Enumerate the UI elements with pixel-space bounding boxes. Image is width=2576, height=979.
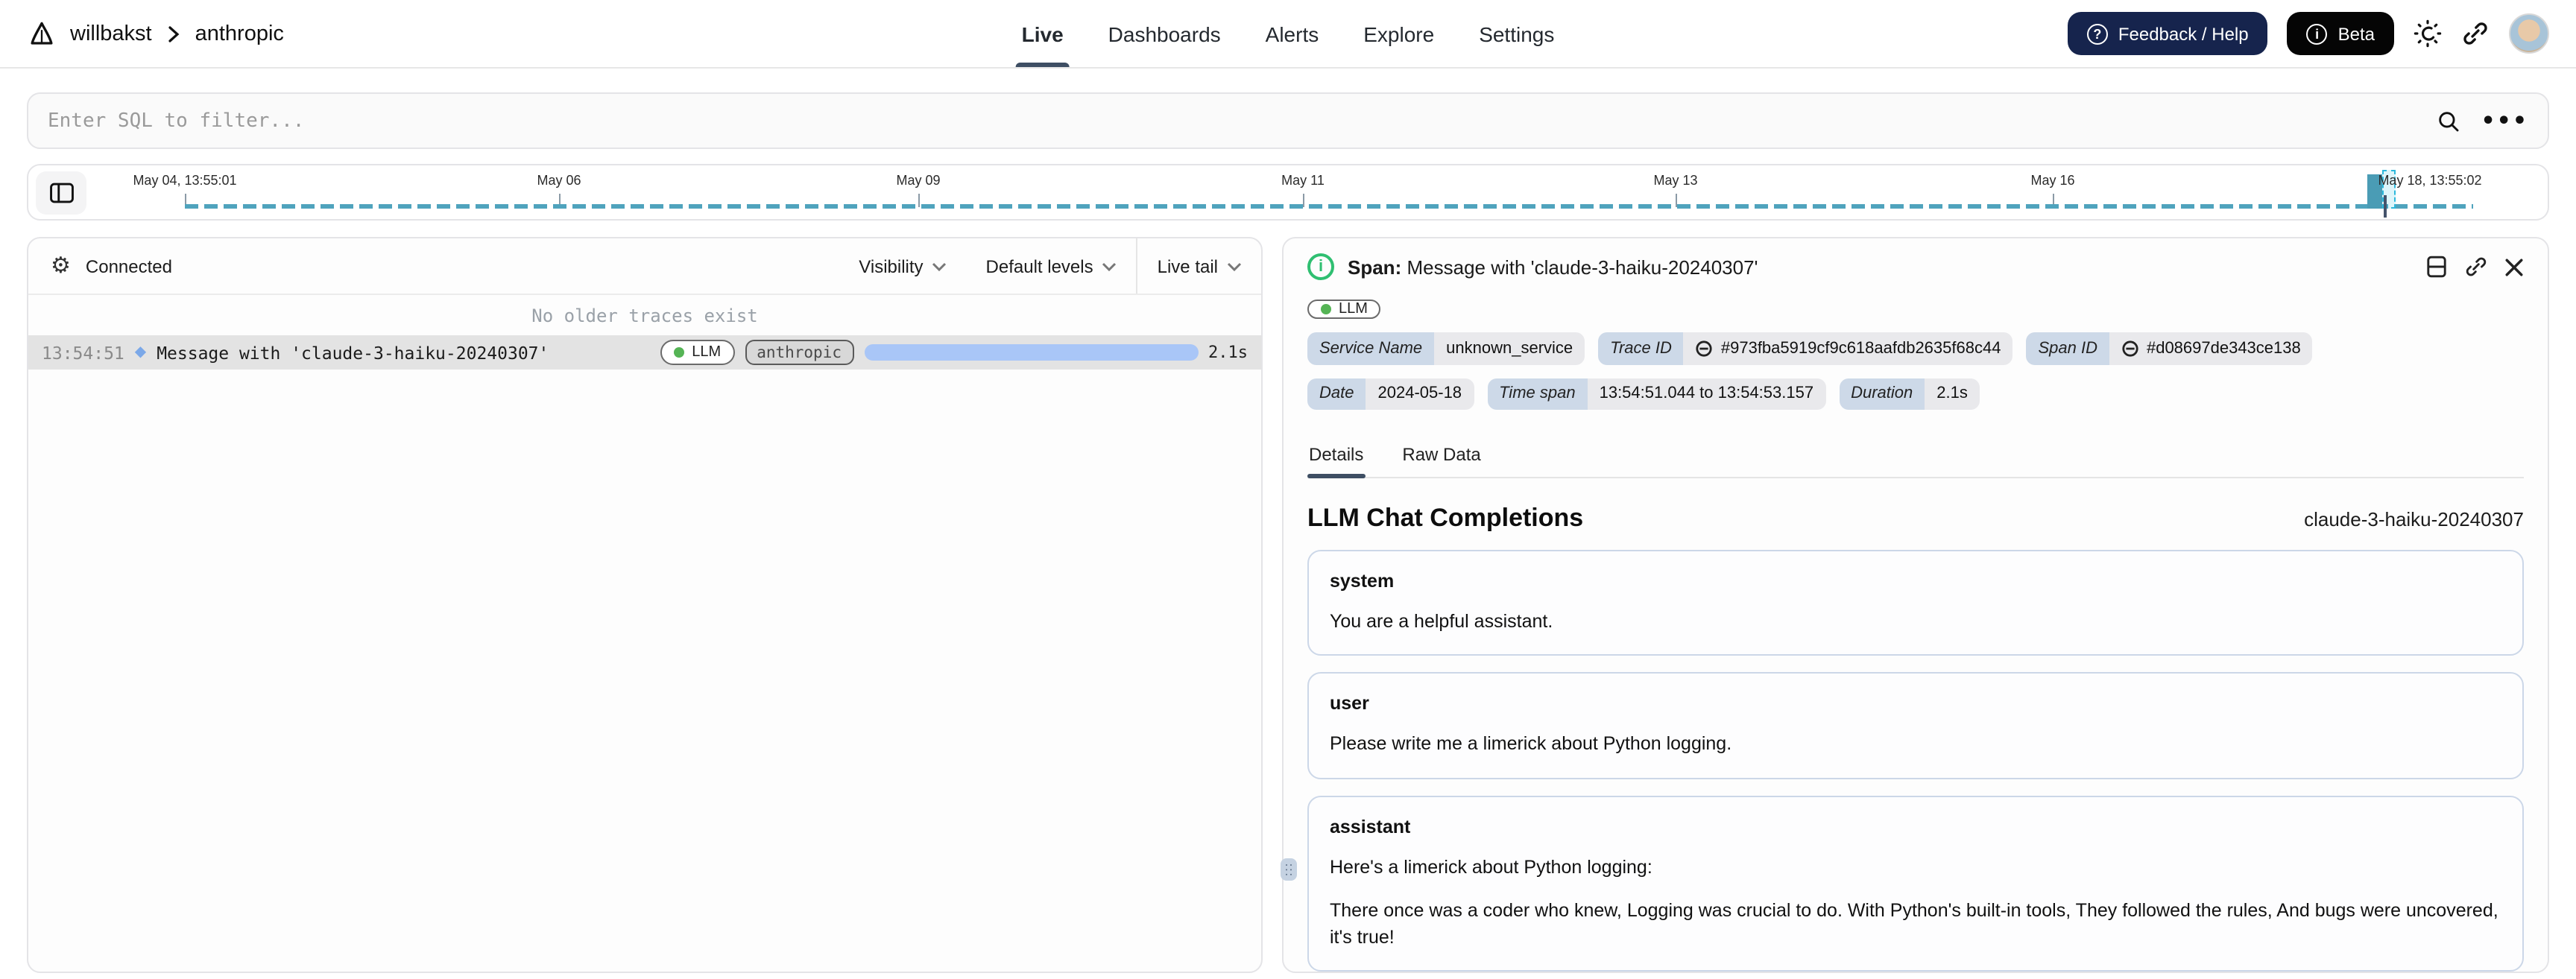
chevron-down-icon [1102, 262, 1117, 270]
time-span-chip: Time span 13:54:51.044 to 13:54:53.157 [1487, 378, 1826, 410]
message-card-assistant: assistant Here's a limerick about Python… [1307, 795, 2524, 972]
drag-dots-icon [1285, 864, 1288, 866]
share-link-icon[interactable] [2461, 19, 2490, 48]
tab-raw-data[interactable]: Raw Data [1401, 431, 1482, 477]
header-actions: ? Feedback / Help i Beta [2067, 12, 2549, 55]
span-diamond-icon: ◆ [134, 344, 147, 361]
message-card-user: user Please write me a limerick about Py… [1307, 672, 2524, 779]
link-icon[interactable] [1696, 340, 1714, 358]
trace-row[interactable]: 13:54:51 ◆ Message with 'claude-3-haiku-… [28, 335, 1261, 370]
tab-details[interactable]: Details [1307, 431, 1365, 478]
app-root: willbakst anthropic Live Dashboards Aler… [0, 0, 2576, 979]
chevron-down-icon [932, 262, 947, 270]
visibility-dropdown[interactable]: Visibility [839, 238, 966, 294]
timeline-tick-label: May 18, 13:55:02 [2378, 173, 2482, 188]
tab-alerts[interactable]: Alerts [1243, 0, 1342, 67]
breadcrumb-chevron-icon [167, 25, 180, 42]
section-title: LLM Chat Completions [1307, 504, 1584, 532]
info-circle-icon: i [2306, 23, 2328, 44]
message-content: You are a helpful assistant. [1330, 611, 1553, 633]
span-detail-panel: i Span: Message with 'claude-3-haiku-202… [1282, 237, 2549, 973]
timeline-now-cursor [2384, 195, 2386, 218]
gear-icon[interactable]: ⚙ [51, 254, 71, 277]
top-navbar: willbakst anthropic Live Dashboards Aler… [0, 0, 2576, 69]
feedback-help-button[interactable]: ? Feedback / Help [2067, 12, 2268, 55]
duration-chip: Duration 2.1s [1839, 378, 1980, 410]
trace-timestamp: 13:54:51 [42, 342, 124, 363]
beta-button[interactable]: i Beta [2287, 12, 2394, 55]
span-tabs: Details Raw Data [1307, 431, 2524, 478]
user-avatar[interactable] [2509, 13, 2549, 54]
green-dot-icon [674, 347, 685, 358]
span-header-actions [2425, 255, 2524, 279]
model-name: claude-3-haiku-20240307 [2304, 508, 2524, 530]
duration-bar [864, 344, 1198, 361]
span-meta-row-ids: Service Name unknown_service Trace ID #9… [1307, 332, 2524, 365]
breadcrumb-org[interactable]: willbakst [70, 22, 152, 45]
green-dot-icon [1321, 304, 1331, 314]
question-circle-icon: ? [2086, 23, 2108, 44]
main-nav: Live Dashboards Alerts Explore Settings [1000, 0, 1577, 67]
timeline-tick-label: May 06 [537, 173, 581, 188]
message-content: Here's a limerick about Python logging: [1330, 856, 1652, 878]
no-older-traces-message: No older traces exist [531, 305, 758, 326]
duration-label: 2.1s [1208, 343, 1248, 362]
sql-filter-input[interactable] [48, 110, 2417, 132]
message-role: system [1330, 571, 1395, 592]
breadcrumb-project[interactable]: anthropic [195, 22, 284, 45]
timeline-tick-label: May 13 [1653, 173, 1698, 188]
default-levels-dropdown[interactable]: Default levels [967, 238, 1137, 294]
timeline-tick-label: May 09 [896, 173, 941, 188]
span-title: Span: Message with 'claude-3-haiku-20240… [1348, 256, 1758, 278]
trace-title: Message with 'claude-3-haiku-20240307' [157, 342, 549, 363]
timeline-histogram[interactable]: May 04, 13:55:01 May 06 May 09 May 11 Ma… [27, 164, 2549, 221]
timeline-dashed-track [185, 203, 2473, 209]
tab-explore[interactable]: Explore [1341, 0, 1456, 67]
chevron-down-icon [1227, 262, 1242, 270]
tab-live[interactable]: Live [1000, 0, 1086, 67]
close-icon[interactable] [2504, 257, 2524, 276]
sidebar-toggle-button[interactable] [36, 171, 86, 215]
sql-filter-bar: ••• [27, 92, 2549, 149]
panel-resize-handle[interactable] [1281, 858, 1297, 881]
timeline-tick-label: May 04, 13:55:01 [133, 173, 237, 188]
llm-badge: LLM [1307, 300, 1381, 319]
tab-dashboards[interactable]: Dashboards [1086, 0, 1243, 67]
span-info-icon: i [1307, 253, 1334, 280]
live-tail-dropdown[interactable]: Live tail [1136, 238, 1261, 294]
trace-id-chip: Trace ID #973fba5919cf9c618aafdb2635f68c… [1598, 332, 2013, 365]
span-meta-row-times: Date 2024-05-18 Time span 13:54:51.044 t… [1307, 378, 2524, 410]
span-id-chip: Span ID #d08697de343ce138 [2026, 332, 2313, 365]
message-content: Please write me a limerick about Python … [1330, 733, 1732, 755]
breadcrumb: willbakst anthropic [27, 19, 284, 48]
timeline-tick-label: May 11 [1281, 173, 1325, 188]
message-content: There once was a coder who knew, Logging… [1330, 899, 2498, 948]
service-name-chip: Service Name unknown_service [1307, 332, 1585, 365]
timeline-tick-label: May 16 [2030, 173, 2075, 188]
tab-settings[interactable]: Settings [1456, 0, 1576, 67]
llm-section-header: LLM Chat Completions claude-3-haiku-2024… [1307, 504, 2524, 533]
span-header: i Span: Message with 'claude-3-haiku-202… [1307, 238, 2524, 295]
copy-link-icon[interactable] [2464, 255, 2488, 279]
trace-panel-header: ⚙ Connected Visibility Default levels Li… [28, 238, 1261, 295]
filter-more-menu-icon[interactable]: ••• [2481, 109, 2528, 132]
split-view-icon[interactable] [2425, 255, 2448, 279]
theme-toggle-icon[interactable] [2414, 19, 2442, 48]
search-icon[interactable] [2436, 108, 2461, 133]
logfire-logo-icon[interactable] [27, 19, 57, 48]
provider-badge: anthropic [745, 340, 853, 365]
trace-panel-controls: Visibility Default levels Live tail [839, 238, 1261, 294]
message-role: user [1330, 693, 1369, 715]
trace-list-panel: ⚙ Connected Visibility Default levels Li… [27, 237, 1263, 973]
date-chip: Date 2024-05-18 [1307, 378, 1474, 410]
link-icon[interactable] [2121, 340, 2139, 358]
llm-badge: LLM [660, 340, 735, 365]
connection-status: Connected [85, 256, 172, 276]
message-card-system: system You are a helpful assistant. [1307, 550, 2524, 656]
message-role: assistant [1330, 816, 1411, 837]
